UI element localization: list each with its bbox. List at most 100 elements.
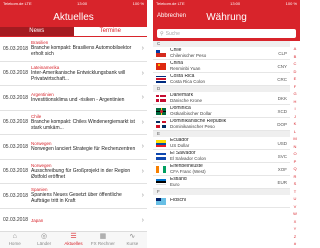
index-letter[interactable]: J (290, 113, 300, 121)
status-battery: 100 % (285, 1, 297, 6)
index-letter[interactable]: A (290, 45, 300, 53)
index-letter[interactable]: E (290, 75, 300, 83)
status-bar: Telekom.de LTE 13:00 100 % (153, 0, 300, 7)
index-letter[interactable]: C (290, 60, 300, 68)
search-box[interactable]: ⚲ (157, 29, 296, 38)
search-icon: ⚲ (160, 30, 164, 37)
news-date: 05.03.2018 (3, 119, 29, 126)
currency-name: Dominikanischer Peso (170, 124, 215, 130)
news-row[interactable]: 05.03.2018 Lateinamerika Inter-Amerikanisc… (0, 62, 147, 86)
currency-name: CFA Franc (West) (170, 169, 206, 175)
news-row[interactable]: 05.03.2018 Argentinien Investitionsklima u… (0, 86, 147, 111)
currency-row[interactable]: China Renminbi Yuan CNY (153, 60, 290, 73)
chevron-right-icon: › (141, 118, 144, 126)
index-letter[interactable]: O (290, 150, 300, 158)
currency-row[interactable]: Dänemark Dänische Krone DKK (153, 92, 290, 105)
index-letter[interactable]: Z (290, 233, 300, 241)
currency-row[interactable]: Chile Chilenischer Peso CLP (153, 47, 290, 60)
news-row[interactable]: 05.03.2018 Spanien Spaniens Neues Gesetzt … (0, 184, 147, 209)
segmented-control: News Termine (0, 27, 147, 37)
tab-item[interactable]: ☰ Aktuelles (59, 232, 88, 248)
currency-code: CNY (277, 63, 287, 69)
index-letter[interactable]: Q (290, 165, 300, 173)
index-letter[interactable]: H (290, 98, 300, 106)
index-letter[interactable]: # (290, 240, 300, 248)
currency-row[interactable]: Dominica Ostkaribischer Dollar XCD (153, 105, 290, 118)
index-letter[interactable]: X (290, 218, 300, 226)
flag-icon (156, 152, 166, 160)
index-letter[interactable]: U (290, 195, 300, 203)
tab-item[interactable]: ◎ Länder (29, 232, 58, 248)
currency-row[interactable]: El Salvador El Salvador Colon SVC (153, 150, 290, 163)
index-letter[interactable]: I (290, 105, 300, 113)
index-letter[interactable]: M (290, 135, 300, 143)
currency-row[interactable]: Dominikanische Republik Dominikanischer P… (153, 118, 290, 131)
currency-row[interactable]: Fidschi (153, 195, 290, 208)
news-row[interactable]: 05.03.2018 Norwegen Norwegen lanciert Stra… (0, 135, 147, 160)
flag-icon (156, 139, 166, 147)
flag-icon (156, 62, 166, 70)
currency-code: CLP (278, 50, 287, 56)
index-letter[interactable]: B (290, 53, 300, 61)
chevron-right-icon: › (141, 192, 144, 200)
index-letter[interactable]: R (290, 173, 300, 181)
news-row[interactable]: 05.03.2018 Chile Branche kompakt: Chiles W… (0, 111, 147, 135)
chevron-right-icon: › (141, 69, 144, 77)
tab-item[interactable]: ⌂ Home (0, 232, 29, 248)
news-body: Chile Branche kompakt: Chiles Windenergie… (31, 114, 138, 131)
currency-names: Estland Euro (170, 177, 273, 188)
news-row[interactable]: 02.03.2018 Japan › (0, 209, 147, 232)
index-letter[interactable]: P (290, 158, 300, 166)
status-battery: 100 % (132, 1, 144, 6)
status-carrier: Telekom.de LTE (3, 1, 32, 6)
currency-name: Costa Rica Colon (170, 79, 206, 85)
flag-icon (156, 75, 166, 83)
globe-icon: ◎ (41, 233, 48, 240)
section-index[interactable]: A B C D E F G H I J K L M N O P Q R S T U V W X Y Z # (290, 45, 300, 248)
tab-bar: ⌂ Home ◎ Länder ☰ Aktuelles ▦ FX Rechner ∿ Kurse (0, 231, 147, 248)
index-letter[interactable]: Y (290, 225, 300, 233)
index-letter[interactable]: W (290, 210, 300, 218)
home-icon: ⌂ (12, 233, 17, 240)
currency-code: XOF (277, 166, 287, 172)
tab-item[interactable]: ∿ Kurse (118, 232, 147, 248)
news-screen: Telekom.de LTE 13:00 100 % Aktuelles New… (0, 0, 147, 248)
news-icon: ☰ (70, 233, 77, 240)
search-bar: ⚲ (153, 27, 300, 41)
currency-row[interactable]: Ecuador US Dollar USD (153, 137, 290, 150)
currency-row[interactable]: Estland Euro EUR (153, 176, 290, 189)
index-letter[interactable]: G (290, 90, 300, 98)
index-letter[interactable]: S (290, 180, 300, 188)
news-title: Investitionsklima und -risiken - Argenti… (31, 97, 125, 104)
tab-label: Kurse (126, 241, 139, 246)
tab-item[interactable]: ▦ FX Rechner (88, 232, 117, 248)
tab-news[interactable]: News (0, 27, 74, 36)
news-body: Norwegen Norwegen lanciert Strategie für … (31, 141, 138, 152)
currency-names: Chile Chilenischer Peso (170, 48, 273, 59)
index-letter[interactable]: F (290, 83, 300, 91)
currency-names: El Salvador El Salvador Colon (170, 151, 273, 162)
news-row[interactable]: 05.03.2018 Norwegen Ausschreibung für Groß… (0, 160, 147, 184)
news-title: Spaniens Neues Gesetzt über öffentliche … (31, 192, 122, 205)
news-body: Japan (31, 218, 138, 223)
search-input[interactable] (165, 30, 293, 37)
chevron-right-icon: › (141, 45, 144, 53)
currency-row[interactable]: Elfenbeinküste CFA Franc (West) XOF (153, 163, 290, 176)
news-date: 05.03.2018 (3, 45, 29, 52)
index-letter[interactable]: K (290, 120, 300, 128)
news-title: Norwegen lanciert Strategie für Rechenze… (31, 146, 136, 153)
news-row[interactable]: 05.03.2018 Brasilien Branche kompakt: Bras… (0, 37, 147, 62)
cancel-button[interactable]: Abbrechen (157, 13, 186, 19)
news-body: Norwegen Ausschreibung für Großprojekt in… (31, 163, 138, 180)
currency-screen: Telekom.de LTE 13:00 100 % Abbrechen Wäh… (153, 0, 300, 248)
index-letter[interactable]: T (290, 188, 300, 196)
currency-list: C Chile Chilenischer Peso CLP China Renminbi … (153, 41, 290, 248)
index-letter[interactable]: D (290, 68, 300, 76)
index-letter[interactable]: V (290, 203, 300, 211)
index-letter[interactable]: L (290, 128, 300, 136)
tab-termine[interactable]: Termine (73, 27, 147, 36)
index-letter[interactable]: N (290, 143, 300, 151)
currency-code: XCD (277, 108, 287, 114)
currency-names: Costa Rica Costa Rica Colon (170, 74, 273, 85)
currency-row[interactable]: Costa Rica Costa Rica Colon CRC (153, 73, 290, 86)
